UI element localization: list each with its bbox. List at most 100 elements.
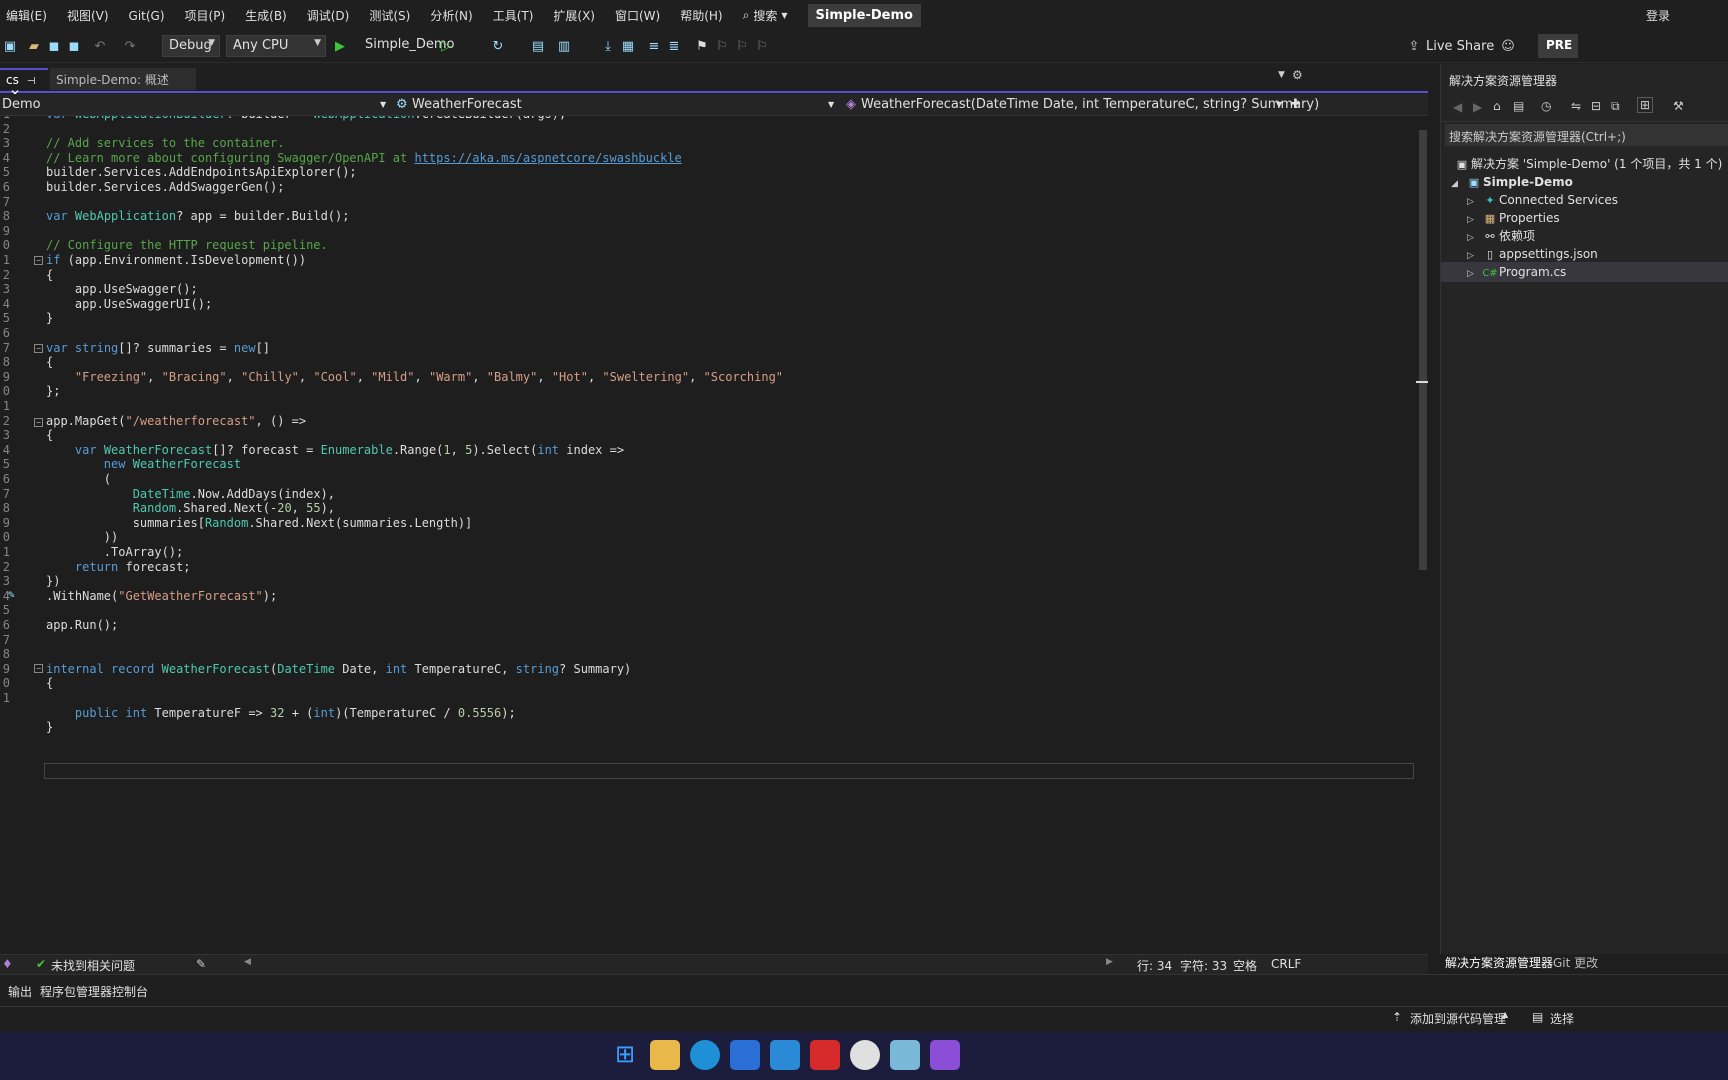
fold-toggle[interactable]: − <box>34 344 43 353</box>
issues-status[interactable]: 未找到相关问题 <box>51 957 135 974</box>
new-project-icon[interactable]: ▣ <box>2 39 18 55</box>
menu-view[interactable]: 视图(V) <box>57 7 119 24</box>
fold-toggle[interactable]: − <box>34 256 43 265</box>
tree-item-program-cs[interactable]: ▷ C#Program.cs <box>1441 262 1728 282</box>
tree-item-dependencies[interactable]: ▷ ⚯ 依赖项 <box>1467 226 1535 246</box>
split-icon[interactable]: ✚ <box>1290 97 1301 112</box>
tab-package-manager-console[interactable]: 程序包管理器控制台 <box>40 983 148 1000</box>
menu-extensions[interactable]: 扩展(X) <box>543 7 605 24</box>
config-select[interactable]: Debug ▼ <box>162 35 220 57</box>
chevron-down-icon[interactable]: ▼ <box>1276 100 1282 109</box>
menu-analyze[interactable]: 分析(N) <box>420 7 482 24</box>
tree-item-appsettings[interactable]: ▷ ▯ appsettings.json <box>1467 244 1598 264</box>
youdao-icon[interactable] <box>810 1040 840 1070</box>
live-share-button[interactable]: Live Share <box>1426 39 1494 54</box>
chevron-up-icon[interactable]: ▲ <box>1502 1010 1508 1019</box>
solution-search-input[interactable]: 搜索解决方案资源管理器(Ctrl+;) <box>1445 124 1728 146</box>
chevron-down-icon[interactable]: ▼ <box>1278 70 1285 80</box>
expanded-icon[interactable]: ◢ <box>1451 174 1465 194</box>
member-dropdown[interactable]: WeatherForecast(DateTime Date, int Tempe… <box>861 97 1319 112</box>
indent-icon[interactable]: ≡ <box>646 39 662 55</box>
restart-icon[interactable]: ↻ <box>490 39 506 55</box>
pin-icon[interactable]: ⊣ <box>27 76 36 87</box>
preview-badge[interactable]: PRE <box>1538 34 1578 58</box>
tab-git-changes[interactable]: Git 更改 <box>1553 954 1598 971</box>
forward-icon[interactable]: ▶ <box>1473 100 1482 114</box>
tab-overview[interactable]: Simple-Demo: 概述 <box>50 68 196 90</box>
menu-help[interactable]: 帮助(H) <box>670 7 732 24</box>
clear-bookmarks-icon[interactable]: ⚐ <box>754 39 770 55</box>
menu-build[interactable]: 生成(B) <box>235 7 297 24</box>
pending-changes-icon[interactable]: ◷ <box>1541 99 1551 113</box>
undo-icon[interactable]: ↶ <box>92 39 108 55</box>
browse-icon[interactable]: ▤ <box>530 39 546 55</box>
save-icon[interactable]: ◼ <box>46 39 62 55</box>
type-dropdown[interactable]: WeatherForecast <box>412 97 522 112</box>
platform-select[interactable]: Any CPU ▼ <box>226 35 326 57</box>
visual-studio-icon[interactable] <box>930 1040 960 1070</box>
code-editor[interactable]: 1 var WebApplicationBuilder? builder = We… <box>0 116 1416 954</box>
sync-icon[interactable]: ⇋ <box>1571 99 1581 113</box>
menu-test[interactable]: 测试(S) <box>359 7 420 24</box>
edge-icon[interactable] <box>690 1040 720 1070</box>
solution-root[interactable]: ▣ 解决方案 'Simple-Demo' (1 个项目，共 1 个) <box>1453 154 1722 174</box>
search-box[interactable]: ⌕ 搜索 ▼ <box>743 7 788 24</box>
redo-icon[interactable]: ↷ <box>122 39 138 55</box>
menu-window[interactable]: 窗口(W) <box>605 7 670 24</box>
feedback-icon[interactable]: ☺ <box>1500 39 1516 55</box>
show-all-icon[interactable]: ⧉ <box>1611 99 1620 114</box>
eol-indicator[interactable]: CRLF <box>1271 957 1301 971</box>
chat-icon[interactable] <box>850 1040 880 1070</box>
fold-toggle[interactable]: − <box>34 664 43 673</box>
step-icon[interactable]: ⤓ <box>600 39 616 55</box>
spacing-indicator[interactable]: 空格 <box>1233 957 1257 974</box>
collapsed-icon[interactable]: ▷ <box>1467 264 1481 284</box>
quick-action-icon[interactable]: ✎ <box>8 588 15 601</box>
menu-edit[interactable]: 编辑(E) <box>0 7 57 24</box>
fold-toggle[interactable]: − <box>34 418 43 427</box>
chevron-down-icon[interactable]: ▼ <box>380 100 386 109</box>
menu-tools[interactable]: 工具(T) <box>483 7 544 24</box>
next-bookmark-icon[interactable]: ⚐ <box>734 39 750 55</box>
cleanup-icon[interactable]: ✎ <box>196 957 206 971</box>
add-to-source-control[interactable]: 添加到源代码管理 <box>1410 1010 1506 1027</box>
tree-item-properties[interactable]: ▷ ▦ Properties <box>1467 208 1560 228</box>
bookmark-icon[interactable]: ⚑ <box>694 39 710 55</box>
layout-icon[interactable]: ▥ <box>556 39 572 55</box>
scroll-left-icon[interactable]: ◀ <box>244 957 251 967</box>
open-folder-icon[interactable]: ▰ <box>26 39 42 55</box>
save-all-icon[interactable]: ◼ <box>66 39 82 55</box>
app-icon[interactable] <box>890 1040 920 1070</box>
collapse-all-icon[interactable]: ⊟ <box>1591 99 1601 113</box>
scroll-right-icon[interactable]: ▶ <box>1106 957 1113 967</box>
char-indicator[interactable]: 字符: 33 <box>1180 957 1227 974</box>
feishu-icon[interactable] <box>730 1040 760 1070</box>
run-without-debug-icon[interactable]: ▷ <box>438 39 454 55</box>
project-dropdown[interactable]: Demo <box>2 97 41 112</box>
menu-git[interactable]: Git(G) <box>119 9 175 23</box>
tab-output[interactable]: 输出 <box>8 983 32 1000</box>
chevron-down-icon[interactable]: ▼ <box>828 100 834 109</box>
back-icon[interactable]: ◀ <box>1453 100 1462 114</box>
tree-item-connected-services[interactable]: ▷ ✦ Connected Services <box>1467 190 1618 210</box>
run-icon[interactable]: ▶ <box>332 39 348 55</box>
prev-bookmark-icon[interactable]: ⚐ <box>714 39 730 55</box>
select-repo[interactable]: 选择 <box>1550 1010 1574 1027</box>
file-explorer-icon[interactable] <box>650 1040 680 1070</box>
gear-icon[interactable]: ⚙ <box>1292 68 1303 82</box>
tab-solution-explorer[interactable]: 解决方案资源管理器 <box>1445 954 1553 971</box>
scrollbar-thumb[interactable] <box>1419 130 1427 570</box>
line-indicator[interactable]: 行: 34 <box>1137 957 1172 974</box>
diagnostics-icon[interactable]: ▦ <box>620 39 636 55</box>
menu-project[interactable]: 项目(P) <box>175 7 236 24</box>
filter-icon[interactable]: ⊞ <box>1637 97 1654 113</box>
switch-views-icon[interactable]: ▤ <box>1513 99 1524 113</box>
windows-start-icon[interactable]: ⊞ <box>610 1040 640 1070</box>
outdent-icon[interactable]: ≣ <box>666 39 682 55</box>
project-node[interactable]: ◢ ▣ Simple-Demo <box>1451 172 1573 192</box>
menu-debug[interactable]: 调试(D) <box>297 7 360 24</box>
wrench-icon[interactable]: ⚒ <box>1673 99 1684 113</box>
vscode-icon[interactable] <box>770 1040 800 1070</box>
home-icon[interactable]: ⌂ <box>1493 99 1501 113</box>
login-link[interactable]: 登录 <box>1646 7 1670 24</box>
